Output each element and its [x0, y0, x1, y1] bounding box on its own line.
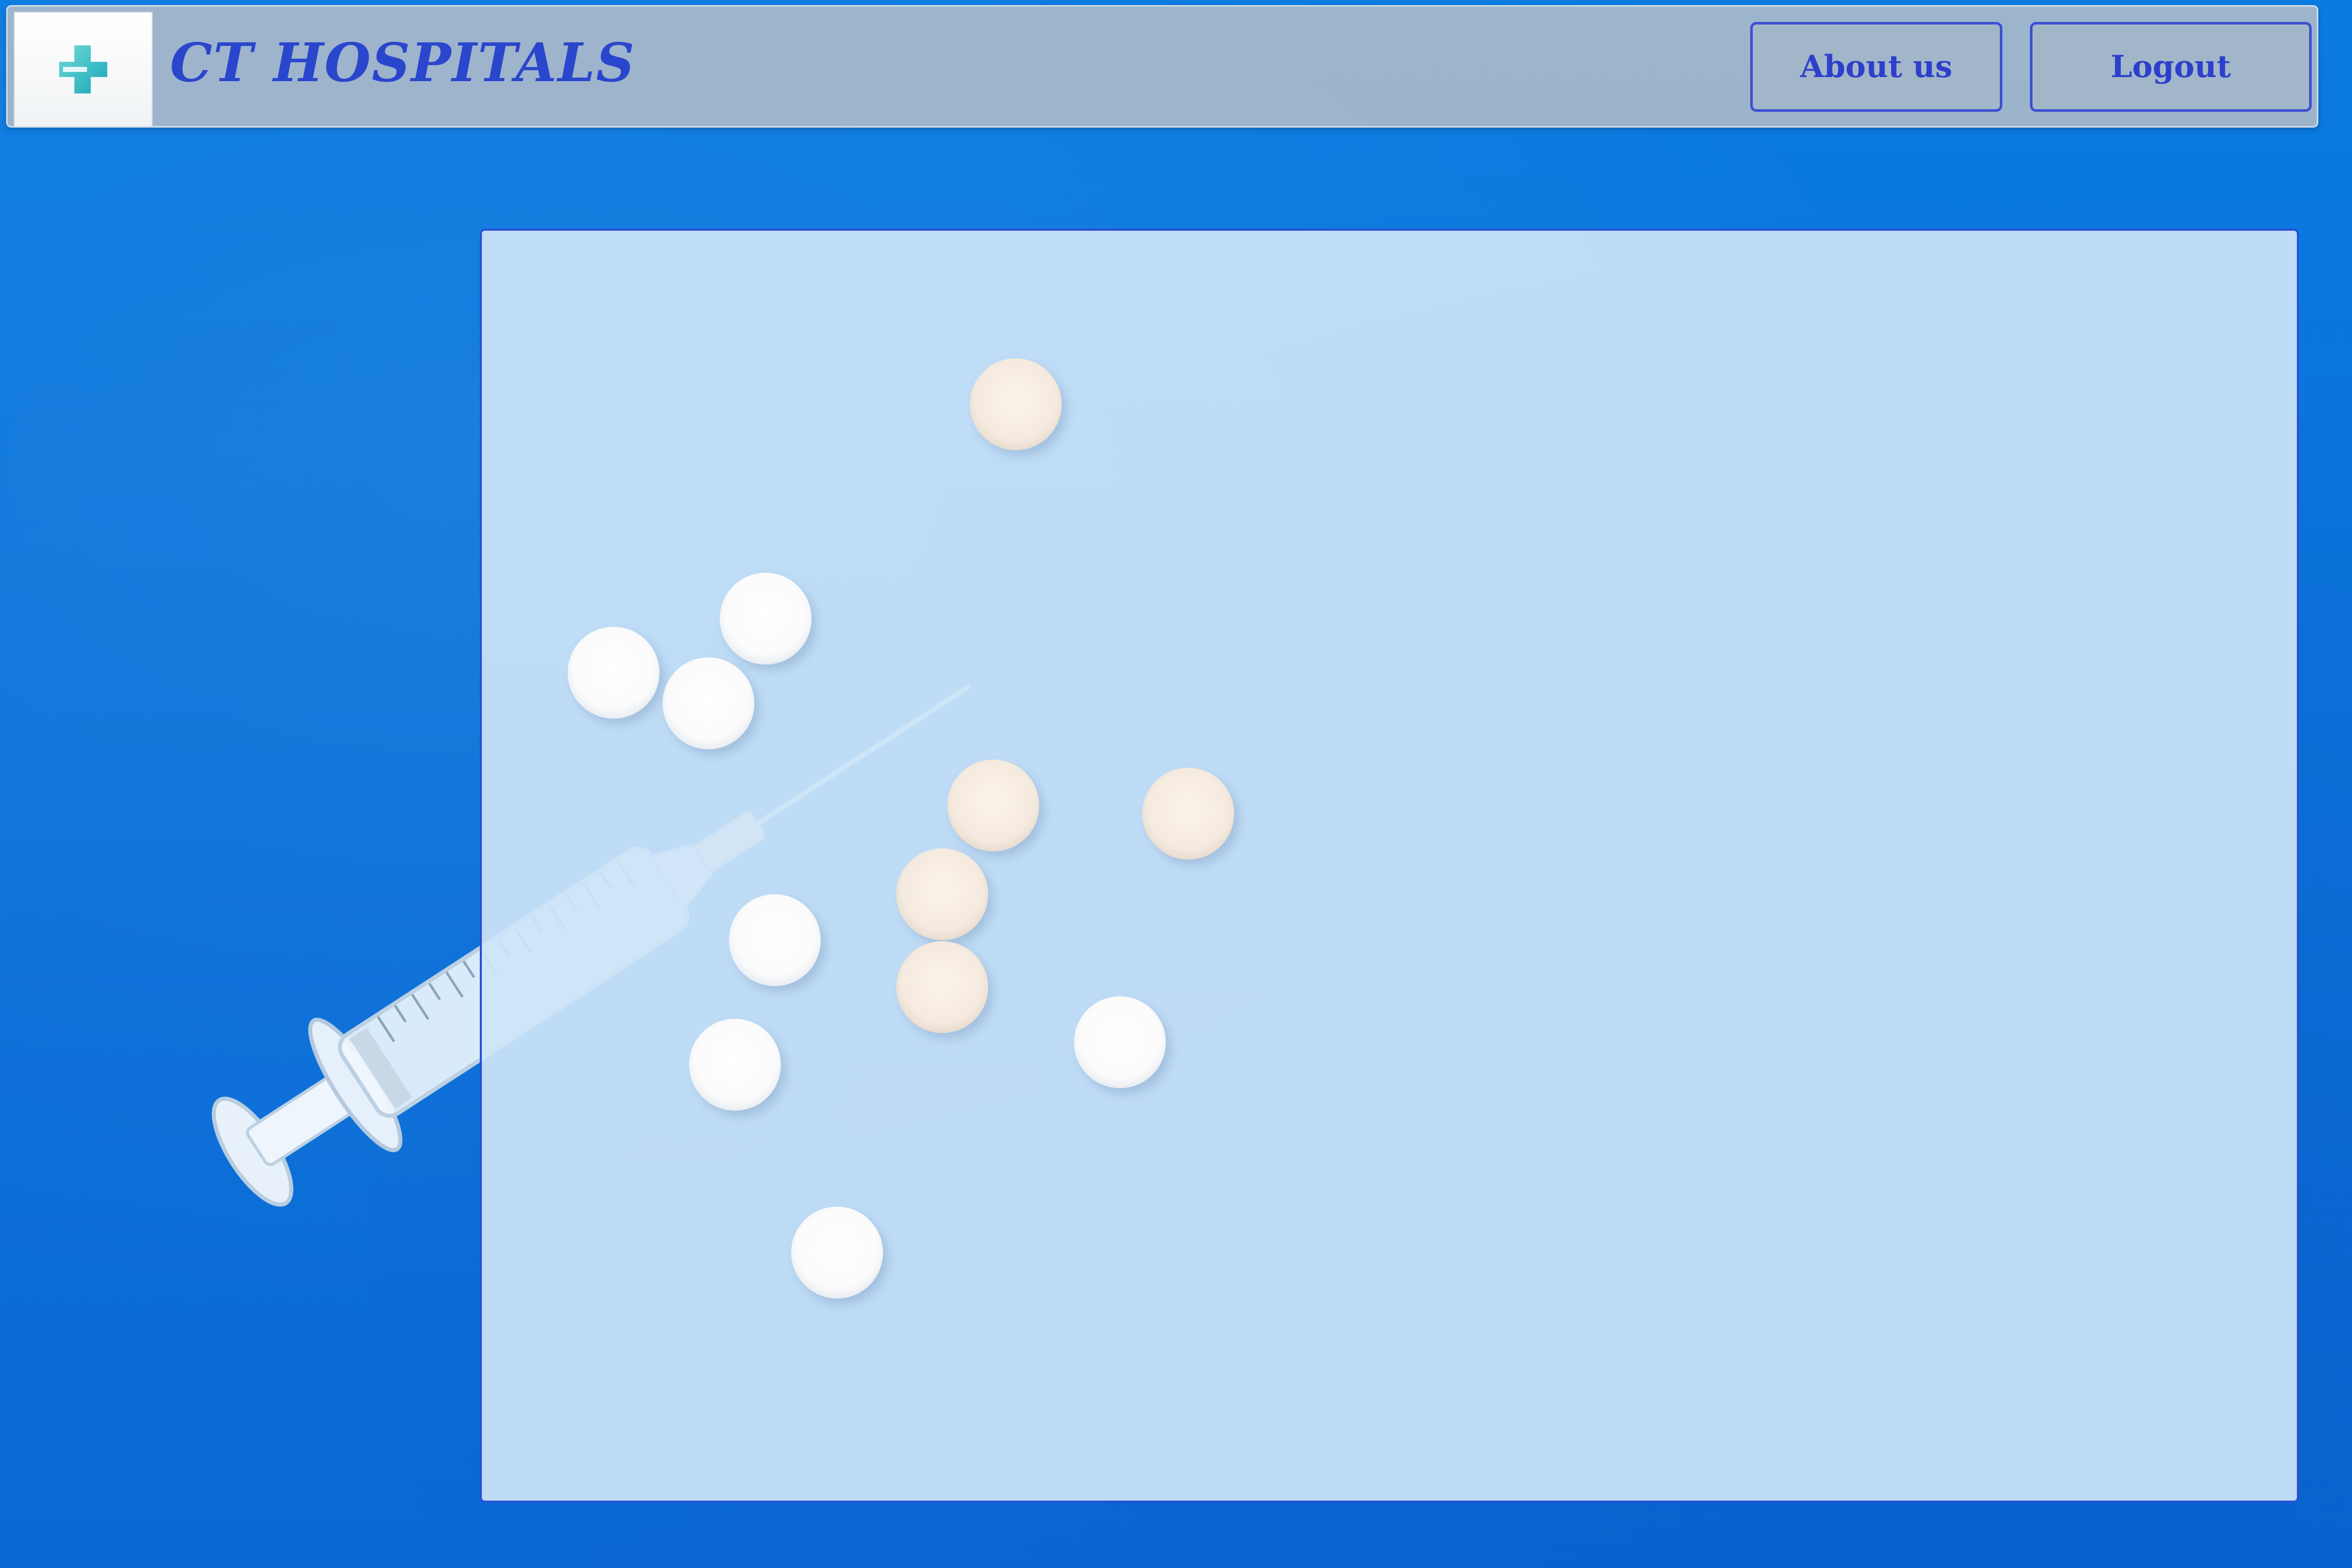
logo[interactable]: [14, 12, 153, 127]
medical-cross-icon: [59, 45, 108, 94]
top-navbar: CT HOSPITALS About us Logout: [6, 5, 2318, 128]
logout-button[interactable]: Logout: [2030, 22, 2312, 112]
content-panel: [480, 229, 2299, 1503]
brand-title: CT HOSPITALS: [170, 31, 635, 94]
about-us-button[interactable]: About us: [1750, 22, 2002, 112]
